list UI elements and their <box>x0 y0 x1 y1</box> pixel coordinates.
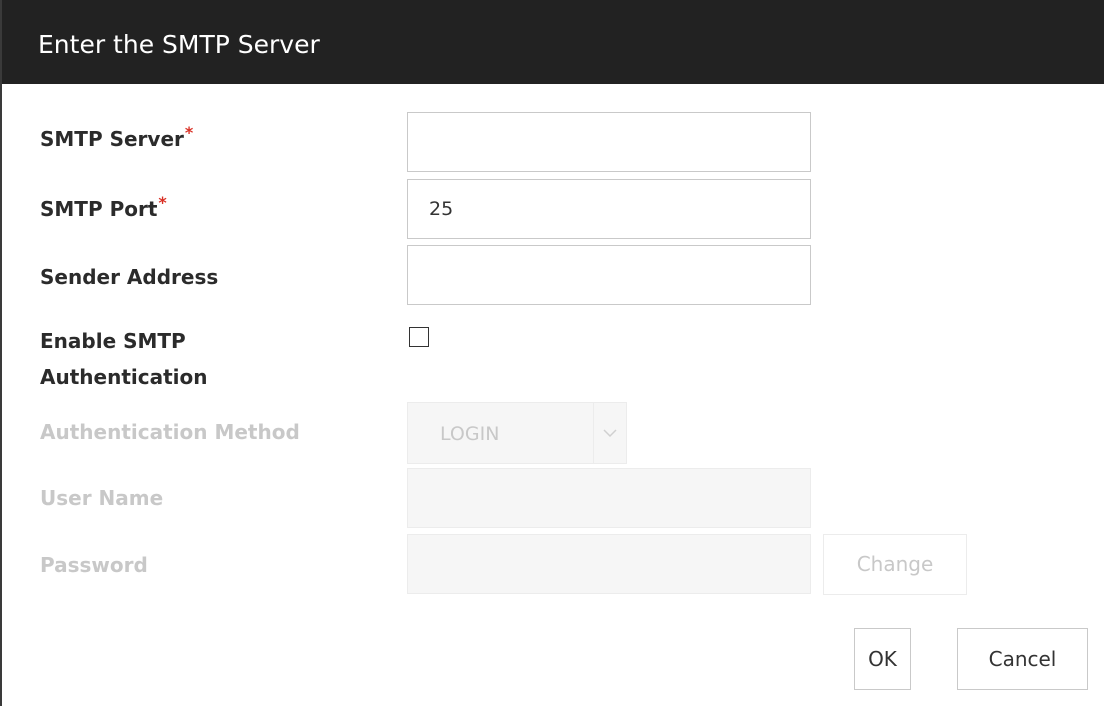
change-password-button[interactable]: Change <box>823 534 967 595</box>
smtp-server-label: SMTP Server* <box>40 123 194 155</box>
sender-address-label: Sender Address <box>40 265 219 289</box>
password-label: Password <box>40 553 148 577</box>
smtp-port-label: SMTP Port* <box>40 193 167 225</box>
auth-method-value: LOGIN <box>440 423 500 445</box>
dialog-titlebar: Enter the SMTP Server <box>2 0 1104 84</box>
enable-auth-label-line1: Enable SMTP <box>40 329 186 353</box>
ok-button[interactable]: OK <box>854 628 911 690</box>
smtp-server-label-text: SMTP Server <box>40 127 184 151</box>
chevron-down-icon <box>593 403 626 463</box>
required-asterisk: * <box>184 123 194 142</box>
dialog-title: Enter the SMTP Server <box>38 30 320 59</box>
smtp-server-dialog: Enter the SMTP Server SMTP Server* SMTP … <box>0 0 1104 706</box>
enable-auth-label-line2: Authentication <box>40 365 208 389</box>
smtp-port-input[interactable]: 25 <box>407 179 811 239</box>
sender-address-input[interactable] <box>407 245 811 305</box>
smtp-server-input[interactable] <box>407 112 811 172</box>
auth-method-label: Authentication Method <box>40 420 300 444</box>
required-asterisk: * <box>158 193 167 212</box>
enable-auth-checkbox[interactable] <box>409 327 429 347</box>
enable-auth-label: Enable SMTP Authentication <box>40 327 207 391</box>
smtp-port-label-text: SMTP Port <box>40 197 158 221</box>
auth-method-select[interactable]: LOGIN <box>407 402 627 464</box>
cancel-button[interactable]: Cancel <box>957 628 1088 690</box>
password-input[interactable] <box>407 534 811 594</box>
user-name-label: User Name <box>40 486 164 510</box>
user-name-input[interactable] <box>407 468 811 528</box>
